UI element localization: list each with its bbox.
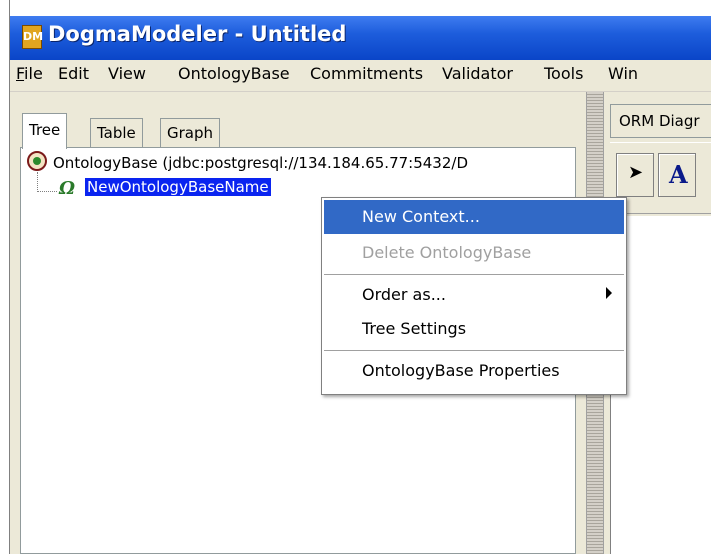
text-tool-button[interactable]: A: [658, 153, 696, 197]
tab-tree[interactable]: Tree: [22, 113, 68, 149]
menu-ontologybase[interactable]: OntologyBase: [178, 64, 290, 83]
menu-item-order-as[interactable]: Order as...: [324, 278, 624, 312]
menu-validator[interactable]: Validator: [442, 64, 513, 83]
tree-child-node[interactable]: NewOntologyBaseName: [85, 178, 271, 196]
menu-view[interactable]: View: [108, 64, 146, 83]
menu-file[interactable]: File: [16, 64, 43, 83]
menu-separator: [324, 274, 624, 275]
menu-item-delete-ontologybase[interactable]: Delete OntologyBase: [324, 236, 624, 270]
tab-orm-diagram[interactable]: ORM Diagr: [610, 104, 711, 138]
menu-commitments[interactable]: Commitments: [310, 64, 423, 83]
tree-root-node[interactable]: OntologyBase (jdbc:postgresql://134.184.…: [53, 154, 468, 172]
tree-connector: [37, 172, 57, 192]
app-logo-icon: DM: [22, 25, 43, 49]
menu-item-ontologybase-properties[interactable]: OntologyBase Properties: [324, 354, 624, 388]
title-bar[interactable]: DM DogmaModeler - Untitled: [10, 16, 711, 60]
menu-separator: [324, 350, 624, 351]
selected-node-label[interactable]: NewOntologyBaseName: [85, 178, 271, 196]
tab-table[interactable]: Table: [90, 118, 143, 148]
app-window: DM DogmaModeler - Untitled File Edit Vie…: [0, 0, 711, 554]
menu-edit[interactable]: Edit: [58, 64, 89, 83]
text-icon: A: [669, 160, 688, 189]
menu-window[interactable]: Win: [608, 64, 638, 83]
menu-bar: File Edit View OntologyBase Commitments …: [10, 60, 711, 92]
pointer-icon: ➤: [628, 162, 644, 183]
window-frame: [0, 0, 10, 554]
context-menu: New Context... Delete OntologyBase Order…: [321, 197, 627, 395]
select-tool-button[interactable]: ➤: [616, 153, 654, 197]
database-icon: [27, 151, 47, 171]
menu-tools[interactable]: Tools: [544, 64, 583, 83]
submenu-arrow-icon: [606, 287, 612, 299]
menu-item-tree-settings[interactable]: Tree Settings: [324, 312, 624, 346]
tab-graph[interactable]: Graph: [160, 118, 221, 148]
menu-item-new-context[interactable]: New Context...: [324, 200, 624, 234]
window-title: DogmaModeler - Untitled: [48, 22, 347, 46]
ontology-node-icon: Ω: [59, 178, 76, 199]
order-as-label: Order as...: [362, 285, 446, 304]
